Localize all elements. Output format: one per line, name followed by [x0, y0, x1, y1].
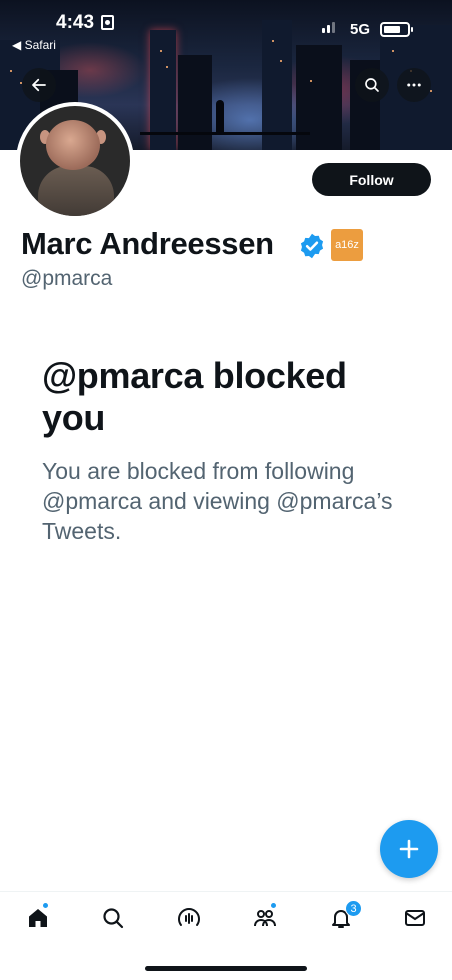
search-icon [365, 78, 379, 92]
plus-icon [399, 839, 419, 859]
profile-display-name: Marc Andreessen [21, 226, 274, 261]
battery-icon [380, 22, 413, 37]
profile-avatar[interactable] [16, 102, 134, 220]
blocked-description: You are blocked from following @pmarca a… [42, 458, 393, 544]
notifications-badge: 3 [345, 900, 362, 917]
tab-home[interactable] [23, 903, 53, 933]
verified-badge-icon[interactable] [298, 232, 326, 260]
home-notification-dot [42, 902, 49, 909]
communities-notification-dot [270, 902, 277, 909]
spaces-icon [178, 908, 200, 926]
follow-button[interactable]: Follow [312, 163, 431, 196]
back-to-app-link[interactable]: ◀ Safari [12, 38, 56, 52]
compose-tweet-button[interactable] [380, 820, 438, 878]
more-horizontal-icon [407, 83, 421, 87]
affiliate-badge[interactable]: a16z [331, 229, 363, 261]
tab-messages[interactable] [400, 903, 430, 933]
tab-spaces[interactable] [174, 903, 204, 933]
status-bar: 4:43 ◀ Safari 5G [0, 0, 452, 60]
mail-icon [405, 910, 425, 926]
search-icon [103, 908, 124, 929]
search-button[interactable] [355, 68, 389, 102]
more-button[interactable] [397, 68, 431, 102]
status-time: 4:43 [56, 12, 95, 33]
arrow-left-icon [32, 78, 46, 92]
communities-icon [254, 910, 276, 927]
tab-search[interactable] [98, 903, 128, 933]
back-button[interactable] [22, 68, 56, 102]
silhouette-figure [216, 100, 224, 134]
home-indicator[interactable] [145, 966, 307, 971]
profile-handle: @pmarca [21, 267, 113, 290]
blocked-title: @pmarca blocked you [42, 355, 347, 438]
contact-card-icon [101, 15, 114, 30]
network-label: 5G [350, 21, 371, 38]
home-icon [29, 909, 47, 927]
